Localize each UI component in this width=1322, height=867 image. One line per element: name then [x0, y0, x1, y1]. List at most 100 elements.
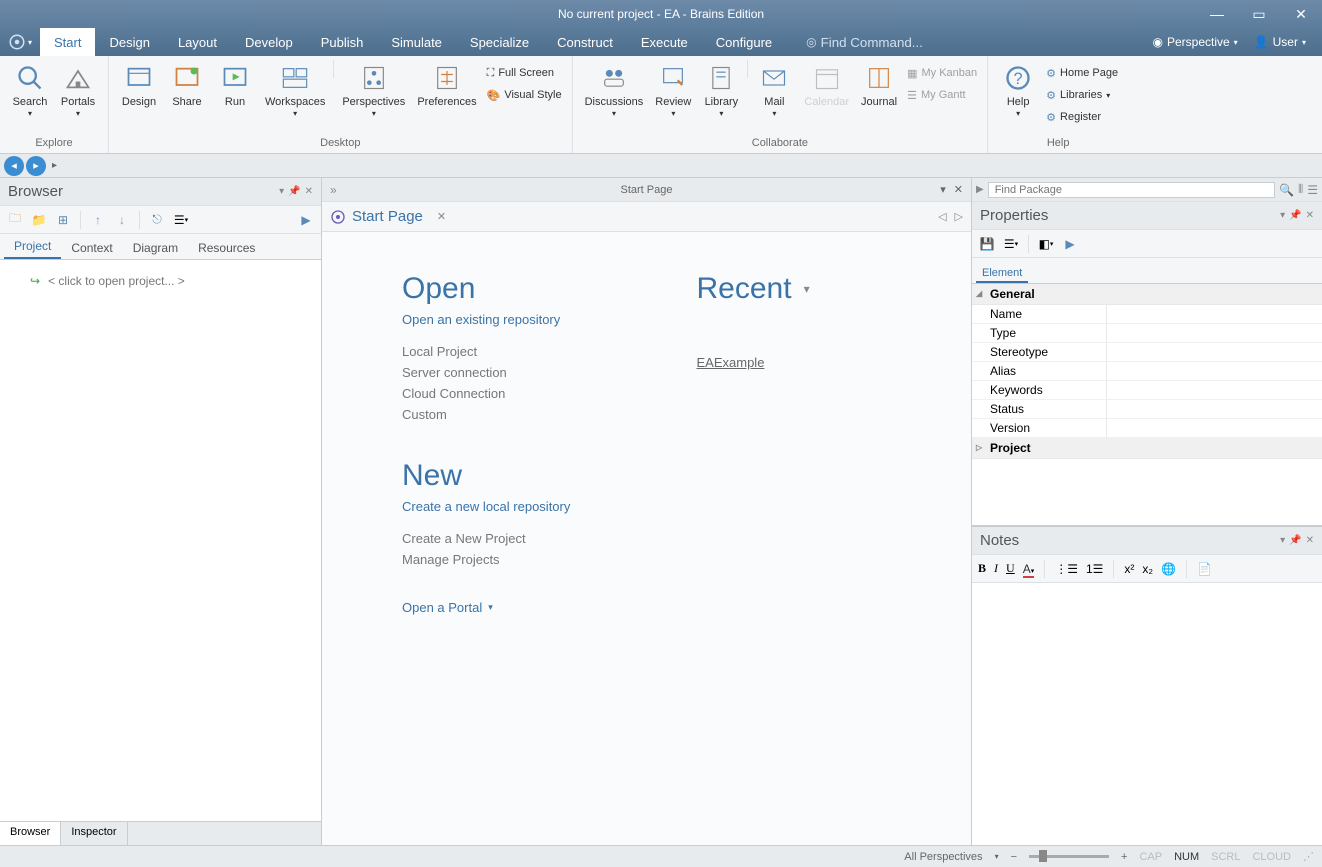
find-command[interactable]: ◎: [806, 33, 936, 52]
dropdown-icon[interactable]: ▾: [1280, 210, 1285, 221]
fullscreen-button[interactable]: ⛶Full Screen: [483, 62, 566, 84]
tab-develop[interactable]: Develop: [231, 28, 307, 56]
bars-icon[interactable]: ⦀: [1298, 182, 1303, 197]
prop-row-version[interactable]: Version: [972, 419, 1322, 438]
nav-back-button[interactable]: ◂: [4, 156, 24, 176]
open-project-placeholder[interactable]: ↪ < click to open project... >: [10, 270, 311, 292]
mygantt-button[interactable]: ☰My Gantt: [903, 84, 981, 106]
notes-body[interactable]: [972, 583, 1322, 845]
underline-button[interactable]: U: [1006, 561, 1015, 576]
recent-eaexample[interactable]: EAExample: [697, 352, 892, 373]
new-manage-projects[interactable]: Manage Projects: [402, 549, 597, 570]
props-group-general[interactable]: General: [972, 284, 1322, 305]
pin-icon[interactable]: 📌: [288, 186, 300, 197]
chevron-down-icon[interactable]: ▾: [804, 282, 810, 296]
insert-button[interactable]: 🌐: [1161, 562, 1176, 576]
zoom-slider[interactable]: [1029, 855, 1109, 858]
doc-dropdown-icon[interactable]: ▾: [940, 183, 946, 196]
visualstyle-button[interactable]: 🎨Visual Style: [483, 84, 566, 106]
list-icon[interactable]: ☰▾: [1002, 235, 1020, 253]
browser-tab-project[interactable]: Project: [4, 235, 61, 259]
bottom-tab-browser[interactable]: Browser: [0, 822, 61, 845]
find-package-input[interactable]: [988, 182, 1275, 198]
tab-design[interactable]: Design: [95, 28, 163, 56]
props-group-project[interactable]: Project: [972, 438, 1322, 459]
close-icon[interactable]: ✕: [305, 186, 313, 197]
prop-row-name[interactable]: Name: [972, 305, 1322, 324]
open-server-connection[interactable]: Server connection: [402, 362, 597, 383]
save-icon[interactable]: 💾: [978, 235, 996, 253]
next-icon[interactable]: ▷: [955, 210, 963, 223]
properties-tab-element[interactable]: Element: [976, 265, 1028, 283]
prop-row-stereotype[interactable]: Stereotype: [972, 343, 1322, 362]
find-command-input[interactable]: [817, 33, 937, 52]
library-button[interactable]: Library ▾: [697, 60, 745, 120]
new-create-project[interactable]: Create a New Project: [402, 528, 597, 549]
hamburger-icon[interactable]: ☰▾: [172, 211, 190, 229]
prop-row-status[interactable]: Status: [972, 400, 1322, 419]
breadcrumb-arrow-icon[interactable]: ▸: [52, 160, 57, 171]
mail-button[interactable]: Mail ▾: [750, 60, 798, 120]
browser-tab-diagram[interactable]: Diagram: [123, 237, 188, 259]
zoom-out-button[interactable]: −: [1011, 851, 1017, 863]
pin-icon[interactable]: 📌: [1289, 210, 1301, 221]
italic-button[interactable]: I: [994, 561, 998, 576]
stereotype-icon[interactable]: ◧▾: [1037, 235, 1055, 253]
dropdown-icon[interactable]: ▾: [1280, 535, 1285, 546]
tab-layout[interactable]: Layout: [164, 28, 231, 56]
prop-row-type[interactable]: Type: [972, 324, 1322, 343]
list-ol-button[interactable]: 1☰: [1086, 562, 1103, 576]
nav-next-icon[interactable]: ▶: [1061, 235, 1079, 253]
doc-close-icon[interactable]: ✕: [954, 183, 963, 196]
open-custom[interactable]: Custom: [402, 404, 597, 425]
new-package-icon[interactable]: 🗀: [6, 211, 24, 229]
status-dropdown-icon[interactable]: ▾: [995, 852, 999, 861]
register-button[interactable]: ⚙Register: [1042, 106, 1122, 128]
close-button[interactable]: ✕: [1280, 0, 1322, 28]
nav-forward-button[interactable]: ▸: [26, 156, 46, 176]
zoom-thumb[interactable]: [1039, 850, 1047, 862]
share-button[interactable]: Share: [163, 60, 211, 110]
status-perspectives[interactable]: All Perspectives: [904, 851, 982, 863]
help-button[interactable]: ? Help ▾: [994, 60, 1042, 120]
bold-button[interactable]: B: [978, 561, 986, 576]
up-icon[interactable]: ↑: [89, 211, 107, 229]
browser-tab-resources[interactable]: Resources: [188, 237, 265, 259]
resize-grip-icon[interactable]: ⋰: [1303, 850, 1314, 863]
tab-publish[interactable]: Publish: [307, 28, 378, 56]
browser-tab-context[interactable]: Context: [61, 237, 122, 259]
calendar-button[interactable]: Calendar: [798, 60, 855, 110]
perspectives-button[interactable]: Perspectives ▾: [336, 60, 411, 120]
search-button[interactable]: Search ▾: [6, 60, 54, 120]
tab-execute[interactable]: Execute: [627, 28, 702, 56]
doc-tab-label[interactable]: Start Page: [621, 184, 673, 196]
superscript-button[interactable]: x²: [1124, 562, 1134, 576]
open-portal-link[interactable]: Open a Portal ▾: [402, 600, 597, 615]
document-button[interactable]: 📄: [1197, 562, 1212, 576]
preferences-button[interactable]: Preferences: [411, 60, 482, 110]
subscript-button[interactable]: x₂: [1142, 562, 1153, 576]
link-icon[interactable]: ⎋: [148, 211, 166, 229]
down-icon[interactable]: ↓: [113, 211, 131, 229]
search-icon[interactable]: 🔍: [1279, 183, 1294, 197]
tab-close-icon[interactable]: ✕: [437, 210, 446, 223]
design-button[interactable]: Design: [115, 60, 163, 110]
open-local-project[interactable]: Local Project: [402, 341, 597, 362]
list-ul-button[interactable]: ⋮☰: [1055, 562, 1078, 576]
libraries-button[interactable]: ⚙Libraries▾: [1042, 84, 1122, 106]
user-button[interactable]: 👤 User ▾: [1246, 35, 1314, 49]
prop-row-keywords[interactable]: Keywords: [972, 381, 1322, 400]
expand-icon[interactable]: »: [330, 183, 337, 197]
tab-specialize[interactable]: Specialize: [456, 28, 543, 56]
collapse-icon[interactable]: ▶: [297, 211, 315, 229]
minimize-button[interactable]: —: [1196, 0, 1238, 28]
bottom-tab-inspector[interactable]: Inspector: [61, 822, 127, 845]
pin-icon[interactable]: 📌: [1289, 535, 1301, 546]
workspaces-button[interactable]: Workspaces ▾: [259, 60, 331, 120]
zoom-in-button[interactable]: +: [1121, 851, 1127, 863]
tab-start[interactable]: Start: [40, 28, 95, 56]
discussions-button[interactable]: Discussions ▾: [579, 60, 650, 120]
mykanban-button[interactable]: ▦My Kanban: [903, 62, 981, 84]
portals-button[interactable]: Portals ▾: [54, 60, 102, 120]
new-folder-icon[interactable]: 📁: [30, 211, 48, 229]
